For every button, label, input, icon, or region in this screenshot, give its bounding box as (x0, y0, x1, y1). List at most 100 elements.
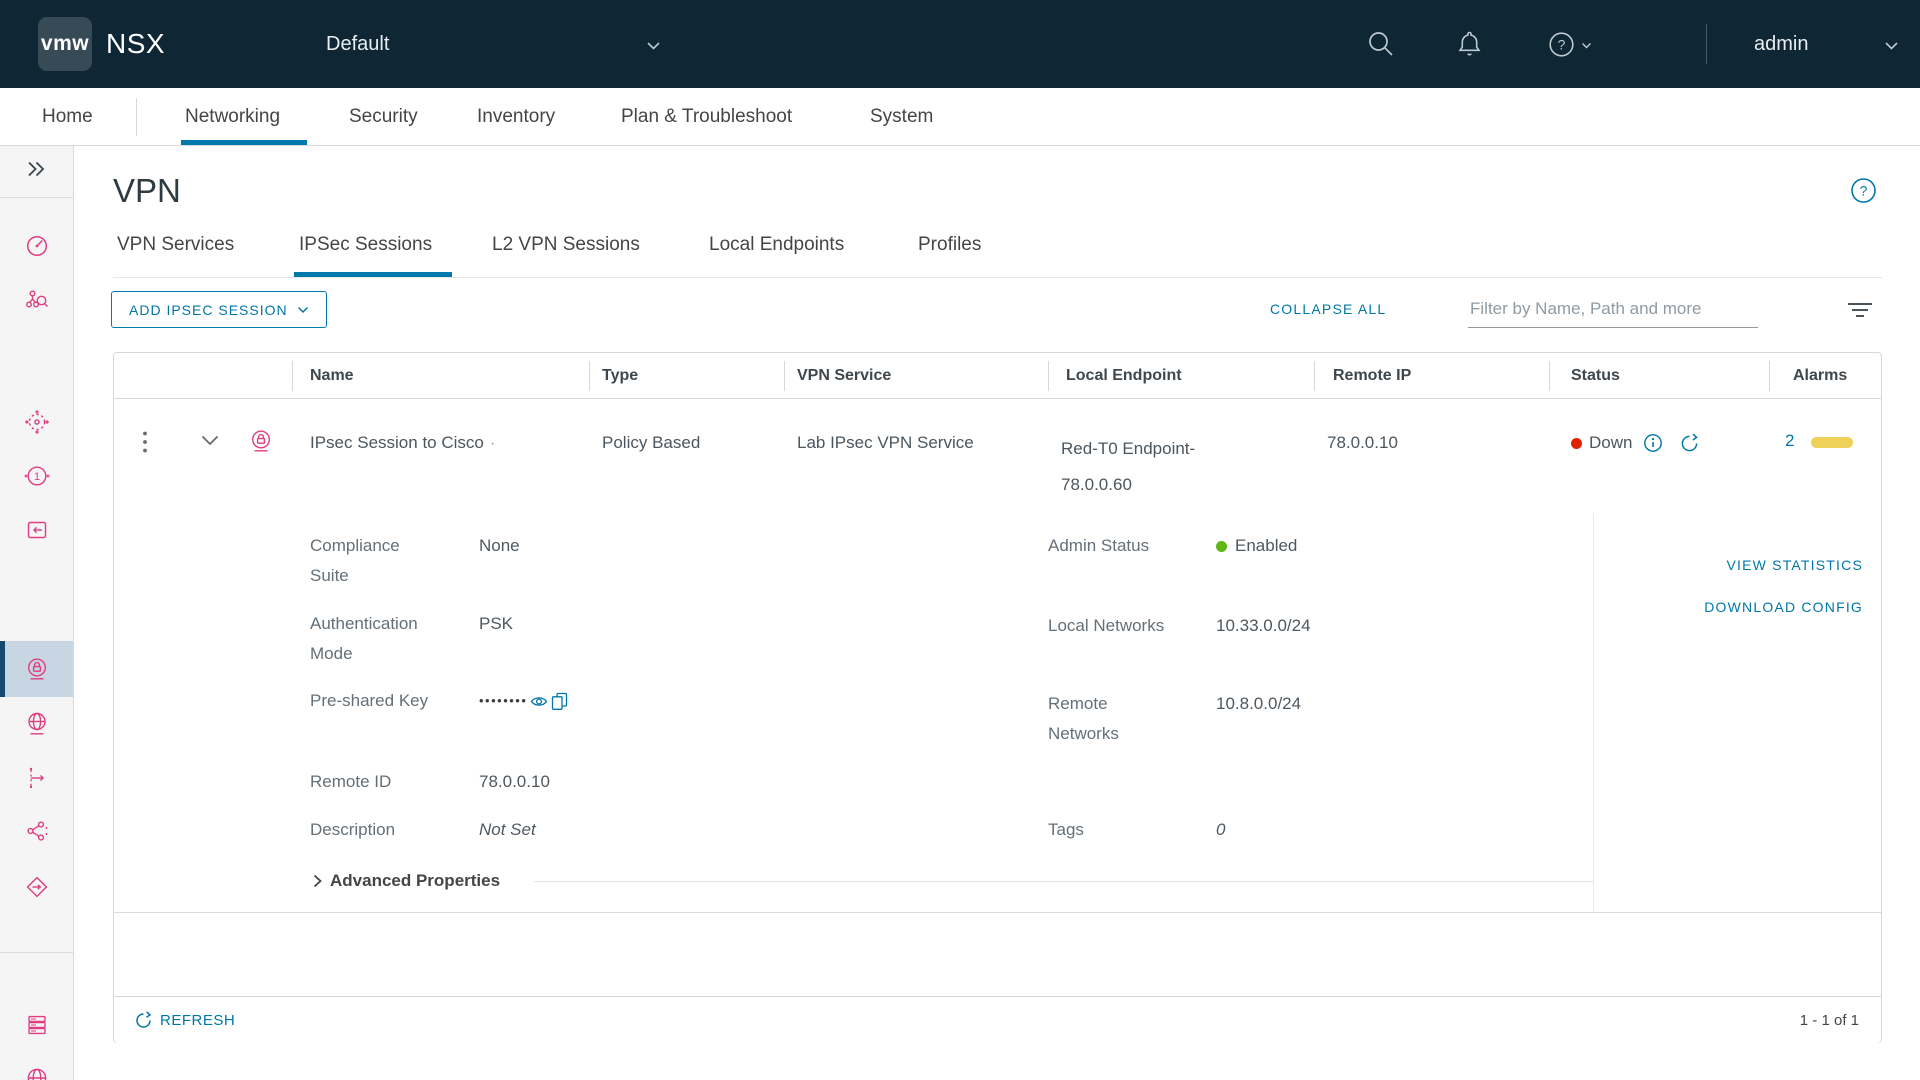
column-header-type[interactable]: Type (602, 353, 638, 399)
calendar-arrow-icon[interactable] (24, 517, 50, 543)
admin-status-label: Admin Status (1048, 531, 1172, 561)
ipsec-sessions-table: Name Type VPN Service Local Endpoint Rem… (113, 352, 1882, 1043)
filter-icon[interactable] (1846, 301, 1874, 319)
refresh-button[interactable]: REFRESH (134, 997, 235, 1044)
nav-item-security[interactable]: Security (349, 88, 418, 145)
pre-shared-key-label: Pre-shared Key (310, 686, 434, 716)
row-collapse-chevron-icon[interactable] (200, 434, 220, 447)
tab-ipsec-sessions[interactable]: IPSec Sessions (299, 223, 432, 267)
tags-value: 0 (1216, 815, 1225, 845)
session-local-endpoint: Red-T0 Endpoint- 78.0.0.60 (1061, 431, 1271, 503)
page-help-icon[interactable]: ? (1850, 177, 1877, 204)
dark-mode-moon-icon[interactable] (1630, 25, 1668, 63)
help-icon[interactable]: ? (1548, 31, 1575, 58)
local-networks-value: 10.33.0.0/24 (1216, 611, 1311, 641)
expand-sidebar-icon[interactable] (24, 156, 50, 182)
alarm-count[interactable]: 2 (1785, 431, 1794, 451)
clock-one-icon[interactable]: 1 (24, 463, 50, 489)
column-divider (589, 361, 590, 391)
local-networks-label: Local Networks (1048, 611, 1172, 641)
page-title: VPN (113, 172, 181, 210)
nav-item-inventory[interactable]: Inventory (477, 88, 555, 145)
details-divider (1593, 513, 1594, 912)
tab-vpn-services[interactable]: VPN Services (117, 223, 234, 267)
add-ipsec-session-label: ADD IPSEC SESSION (129, 302, 288, 318)
pre-shared-key-value: •••••••• (479, 686, 568, 716)
nav-item-home[interactable]: Home (42, 88, 93, 145)
column-header-name[interactable]: Name (310, 353, 354, 399)
column-header-vpn-service[interactable]: VPN Service (797, 353, 891, 399)
filter-input[interactable] (1468, 294, 1758, 328)
truncation-dot: · (490, 433, 496, 452)
gauge-icon[interactable] (24, 233, 50, 259)
vmware-logo-text: vmw (41, 32, 89, 56)
status-info-icon[interactable] (1643, 433, 1663, 453)
active-sidebar-item-bar (0, 641, 5, 697)
user-menu[interactable]: admin (1754, 0, 1808, 88)
session-name-text: IPsec Session to Cisco (310, 433, 484, 452)
pagination-text: 1 - 1 of 1 (1800, 997, 1859, 1044)
add-ipsec-session-button[interactable]: ADD IPSEC SESSION (111, 291, 327, 328)
tags-label: Tags (1048, 815, 1172, 845)
advanced-properties-label: Advanced Properties (330, 866, 500, 896)
remote-id-value: 78.0.0.10 (479, 767, 550, 797)
collapse-all-button[interactable]: COLLAPSE ALL (1270, 291, 1386, 328)
enabled-green-dot (1216, 541, 1227, 552)
download-config-link[interactable]: DOWNLOAD CONFIG (1604, 592, 1863, 622)
top-bar: vmw NSX Default ? admin (0, 0, 1920, 88)
branch-arrow-icon[interactable] (24, 765, 50, 791)
column-header-local-endpoint[interactable]: Local Endpoint (1066, 353, 1182, 399)
session-vpn-service: Lab IPsec VPN Service (797, 431, 974, 455)
copy-key-icon[interactable] (551, 692, 568, 711)
tab-profiles[interactable]: Profiles (918, 223, 981, 267)
status-refresh-icon[interactable] (1679, 433, 1700, 454)
advanced-properties-toggle[interactable]: Advanced Properties (312, 866, 500, 896)
column-header-alarms[interactable]: Alarms (1793, 353, 1847, 399)
table-header: Name Type VPN Service Local Endpoint Rem… (114, 353, 1881, 399)
row-menu-icon[interactable] (142, 430, 148, 454)
chevron-down-icon[interactable] (1581, 42, 1592, 50)
search-icon[interactable] (1366, 29, 1396, 59)
share-nodes-icon[interactable] (24, 818, 50, 844)
remote-id-label: Remote ID (310, 767, 434, 797)
tab-l2-vpn-sessions[interactable]: L2 VPN Sessions (492, 223, 640, 267)
notifications-bell-icon[interactable] (1454, 28, 1485, 60)
nav-item-networking[interactable]: Networking (185, 88, 280, 145)
vpn-lock-icon[interactable] (24, 656, 50, 682)
column-header-remote-ip[interactable]: Remote IP (1333, 353, 1411, 399)
row-bottom-border (114, 912, 1881, 913)
admin-status-value: Enabled (1216, 531, 1297, 561)
view-statistics-link[interactable]: VIEW STATISTICS (1604, 550, 1863, 580)
compliance-suite-label: Compliance Suite (310, 531, 434, 591)
status-down-dot (1571, 438, 1582, 449)
active-nav-underline (181, 140, 307, 145)
column-divider (1314, 361, 1315, 391)
topbar-divider (1706, 24, 1707, 64)
remote-networks-value: 10.8.0.0/24 (1216, 689, 1301, 719)
nav-item-system[interactable]: System (870, 88, 933, 145)
session-name[interactable]: IPsec Session to Cisco · (310, 431, 496, 455)
globe-underline-icon[interactable] (24, 711, 50, 737)
column-divider (784, 361, 785, 391)
chevron-down-icon (297, 306, 309, 314)
refresh-label: REFRESH (160, 1012, 235, 1029)
chevron-down-icon[interactable] (646, 41, 661, 51)
svg-text:1: 1 (34, 471, 40, 483)
show-key-eye-icon[interactable] (530, 695, 548, 708)
nav-item-plan-troubleshoot[interactable]: Plan & Troubleshoot (621, 88, 792, 145)
alarm-severity-pill (1811, 437, 1853, 448)
description-value: Not Set (479, 815, 536, 845)
server-stack-icon[interactable] (24, 1012, 50, 1038)
svg-text:?: ? (1860, 183, 1868, 199)
context-selector[interactable]: Default (326, 0, 389, 88)
globe-dots-icon[interactable] (24, 409, 50, 435)
globe-icon[interactable] (24, 1065, 50, 1080)
column-header-status[interactable]: Status (1571, 353, 1620, 399)
network-topology-icon[interactable] (24, 287, 50, 313)
advanced-properties-line (534, 881, 1593, 882)
diamond-arrow-icon[interactable] (24, 874, 50, 900)
vpn-session-lock-icon (248, 428, 274, 454)
tab-local-endpoints[interactable]: Local Endpoints (709, 223, 844, 267)
vmware-logo[interactable]: vmw (38, 17, 92, 71)
chevron-down-icon[interactable] (1884, 41, 1899, 51)
